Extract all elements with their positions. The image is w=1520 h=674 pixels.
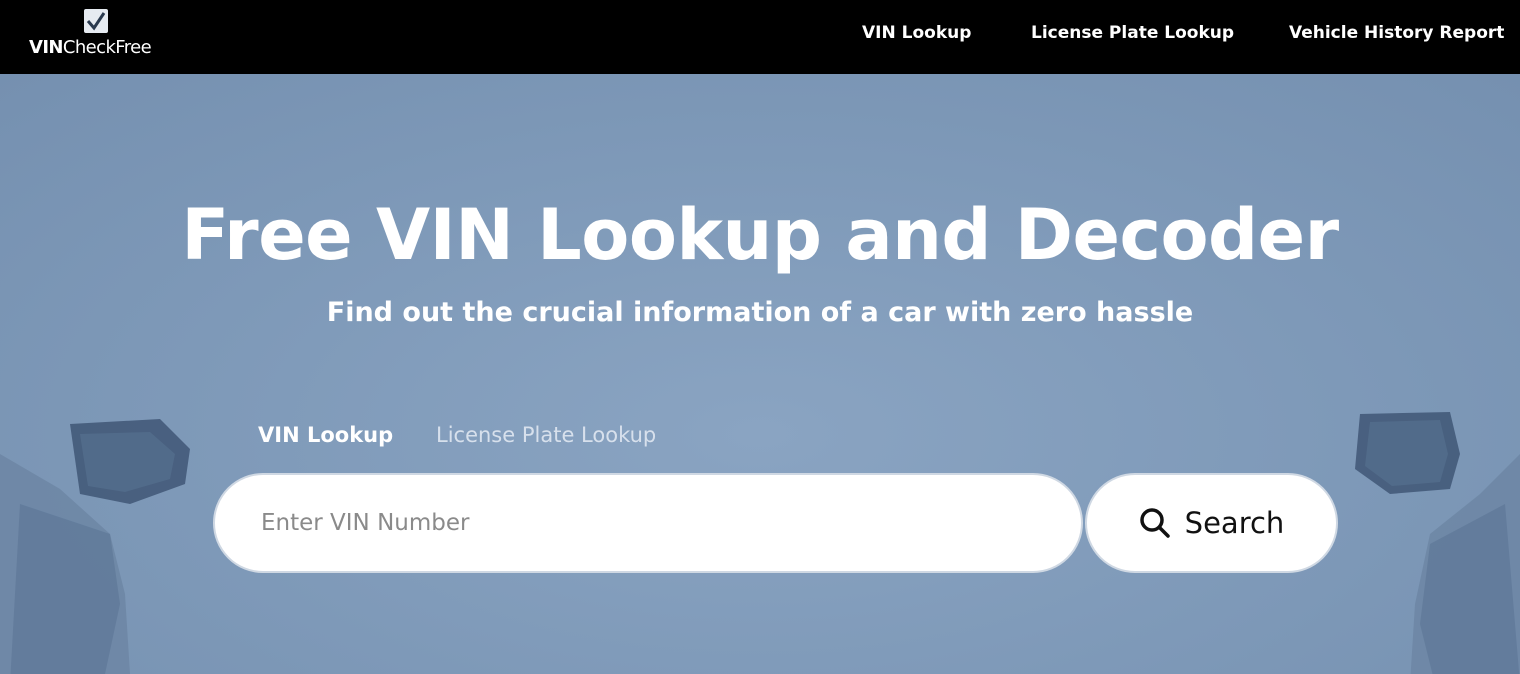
logo[interactable]: VINCheckFree	[29, 8, 169, 64]
nav-vin-lookup[interactable]: VIN Lookup	[862, 23, 971, 43]
vin-number-input[interactable]	[213, 473, 1083, 573]
nav-vehicle-history-report[interactable]: Vehicle History Report	[1289, 23, 1504, 43]
search-button-label: Search	[1184, 506, 1285, 540]
tab-license-plate-lookup[interactable]: License Plate Lookup	[436, 423, 656, 447]
page-title: Free VIN Lookup and Decoder	[181, 194, 1339, 276]
nav-license-plate-lookup[interactable]: License Plate Lookup	[1031, 23, 1234, 43]
search-icon	[1139, 508, 1170, 538]
page-subtitle: Find out the crucial information of a ca…	[326, 297, 1194, 328]
checkmark-icon	[84, 9, 108, 33]
logo-text-bold: VIN	[29, 37, 64, 58]
logo-text-light: CheckFree	[62, 37, 152, 58]
search-button[interactable]: Search	[1085, 473, 1338, 573]
hero-section: Free VIN Lookup and Decoder Find out the…	[0, 74, 1520, 674]
logo-text: VINCheckFree	[29, 37, 152, 58]
car-right-image	[1355, 412, 1520, 674]
top-navbar: VINCheckFree VIN Lookup License Plate Lo…	[0, 0, 1520, 74]
tab-vin-lookup[interactable]: VIN Lookup	[258, 423, 393, 447]
car-left-image	[0, 419, 190, 674]
